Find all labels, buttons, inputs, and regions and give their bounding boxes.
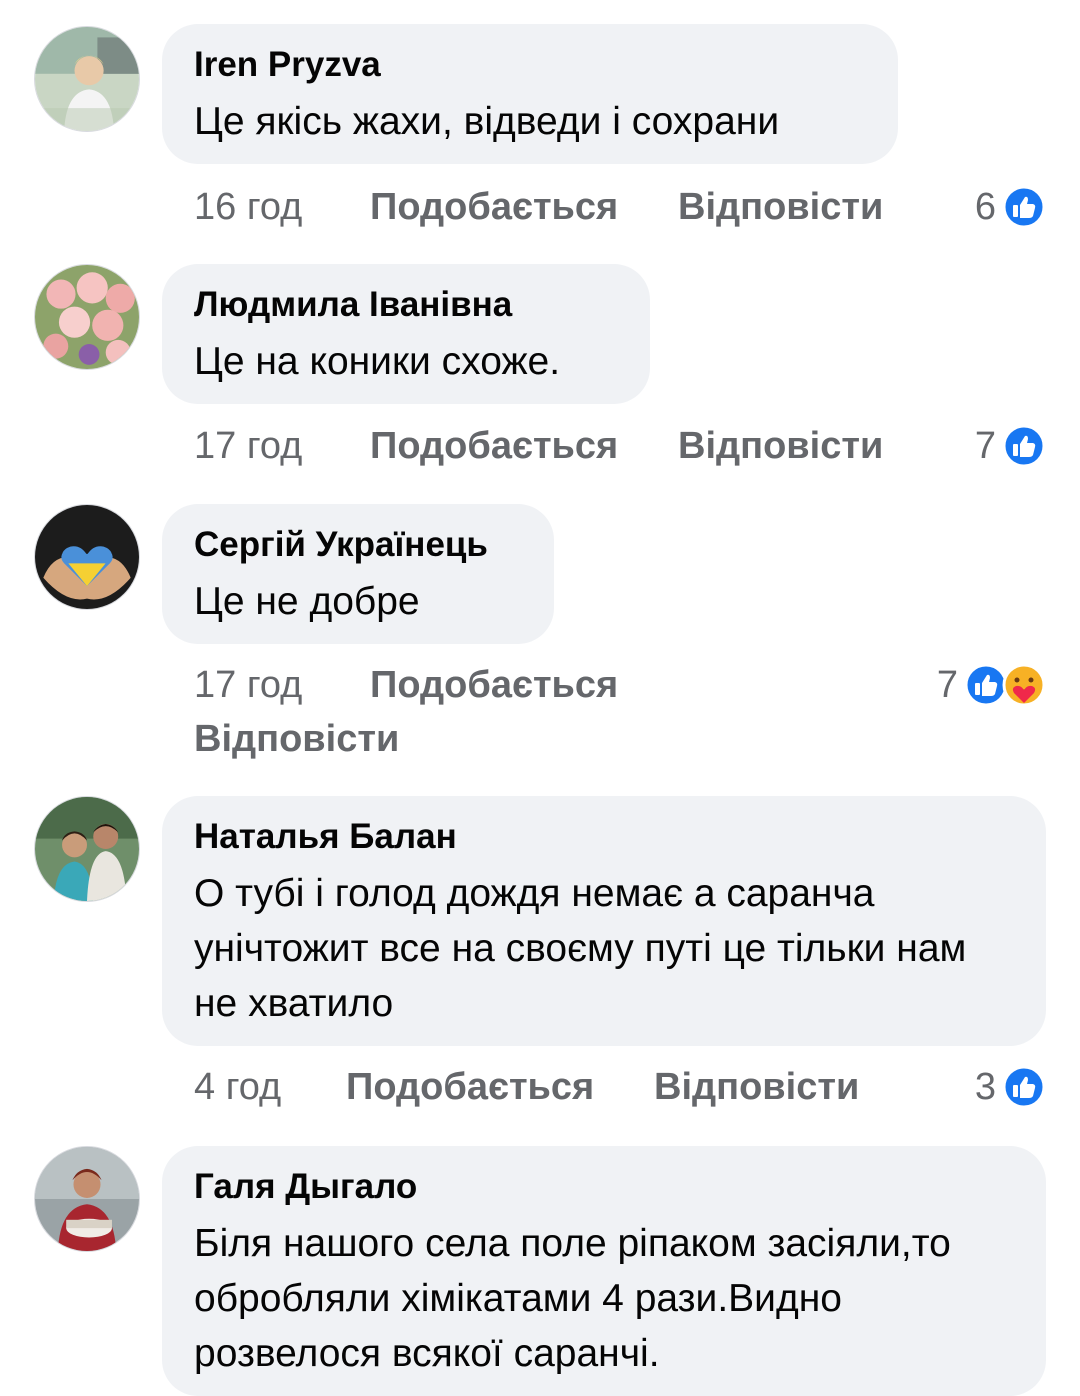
avatar[interactable] [34,26,140,132]
comment-bubble: Людмила Іванівна Це на коники схоже. [162,264,650,404]
avatar-photo [35,1147,139,1251]
comment-actions: 17 год Подобається Відповісти [194,660,894,765]
comment-actions: 17 год Подобається Відповісти [194,421,1046,471]
avatar-photo [35,265,139,369]
comment-time[interactable]: 17 год [194,421,302,471]
comment-bubble: Наталья Балан О тубі і голод дождя немає… [162,796,1046,1046]
comment-actions: 4 год Подобається Відповісти [194,1062,1046,1112]
comment-author[interactable]: Iren Pryzva [194,44,866,86]
avatar-photo [35,505,139,609]
reaction-count: 6 [974,186,996,228]
comment-author[interactable]: Сергій Українець [194,524,522,566]
reaction-summary[interactable]: 6 [975,182,1046,232]
like-icon [1002,185,1046,229]
like-button[interactable]: Подобається [346,1062,594,1112]
reply-button[interactable]: Відповісти [678,182,883,232]
like-button[interactable]: Подобається [370,421,618,471]
like-icon [1002,1065,1046,1109]
reply-button[interactable]: Відповісти [654,1062,859,1112]
comment-text: Біля нашого села поле ріпаком засіяли,то… [194,1222,951,1375]
comment-text: Це не добре [194,580,420,623]
avatar[interactable] [34,1146,140,1252]
comment-time[interactable]: 17 год [194,660,302,710]
comment-author[interactable]: Галя Дыгало [194,1166,1014,1208]
like-icon [1002,424,1046,468]
comment-text: Це на коники схоже. [194,340,561,383]
avatar-photo [35,797,139,901]
reply-button[interactable]: Відповісти [678,421,883,471]
reaction-summary[interactable]: 7 [937,660,1046,710]
comment-bubble: Галя Дыгало Біля нашого села поле ріпако… [162,1146,1046,1396]
comment-time[interactable]: 16 год [194,182,302,232]
comment-bubble: Iren Pryzva Це якісь жахи, відведи і сох… [162,24,898,164]
like-button[interactable]: Подобається [370,660,618,710]
like-button[interactable]: Подобається [370,182,618,232]
avatar-photo [35,27,139,131]
reaction-count: 7 [974,425,996,467]
avatar[interactable] [34,504,140,610]
comment-author[interactable]: Людмила Іванівна [194,284,618,326]
avatar[interactable] [34,796,140,902]
care-icon [1002,663,1046,707]
avatar[interactable] [34,264,140,370]
comment-time[interactable]: 4 год [194,1062,281,1112]
reaction-count: 7 [936,664,958,706]
comment-bubble: Сергій Українець Це не добре [162,504,554,644]
comment-author[interactable]: Наталья Балан [194,816,1014,858]
reaction-summary[interactable]: 7 [975,421,1046,471]
comment-actions: 16 год Подобається Відповісти [194,182,1046,232]
reaction-summary[interactable]: 3 [975,1062,1046,1112]
reaction-count: 3 [974,1066,996,1108]
reply-button[interactable]: Відповісти [194,714,399,764]
comment-text: О тубі і голод дождя немає а саранча уні… [194,872,967,1025]
comment-text: Це якісь жахи, відведи і сохрани [194,100,780,143]
